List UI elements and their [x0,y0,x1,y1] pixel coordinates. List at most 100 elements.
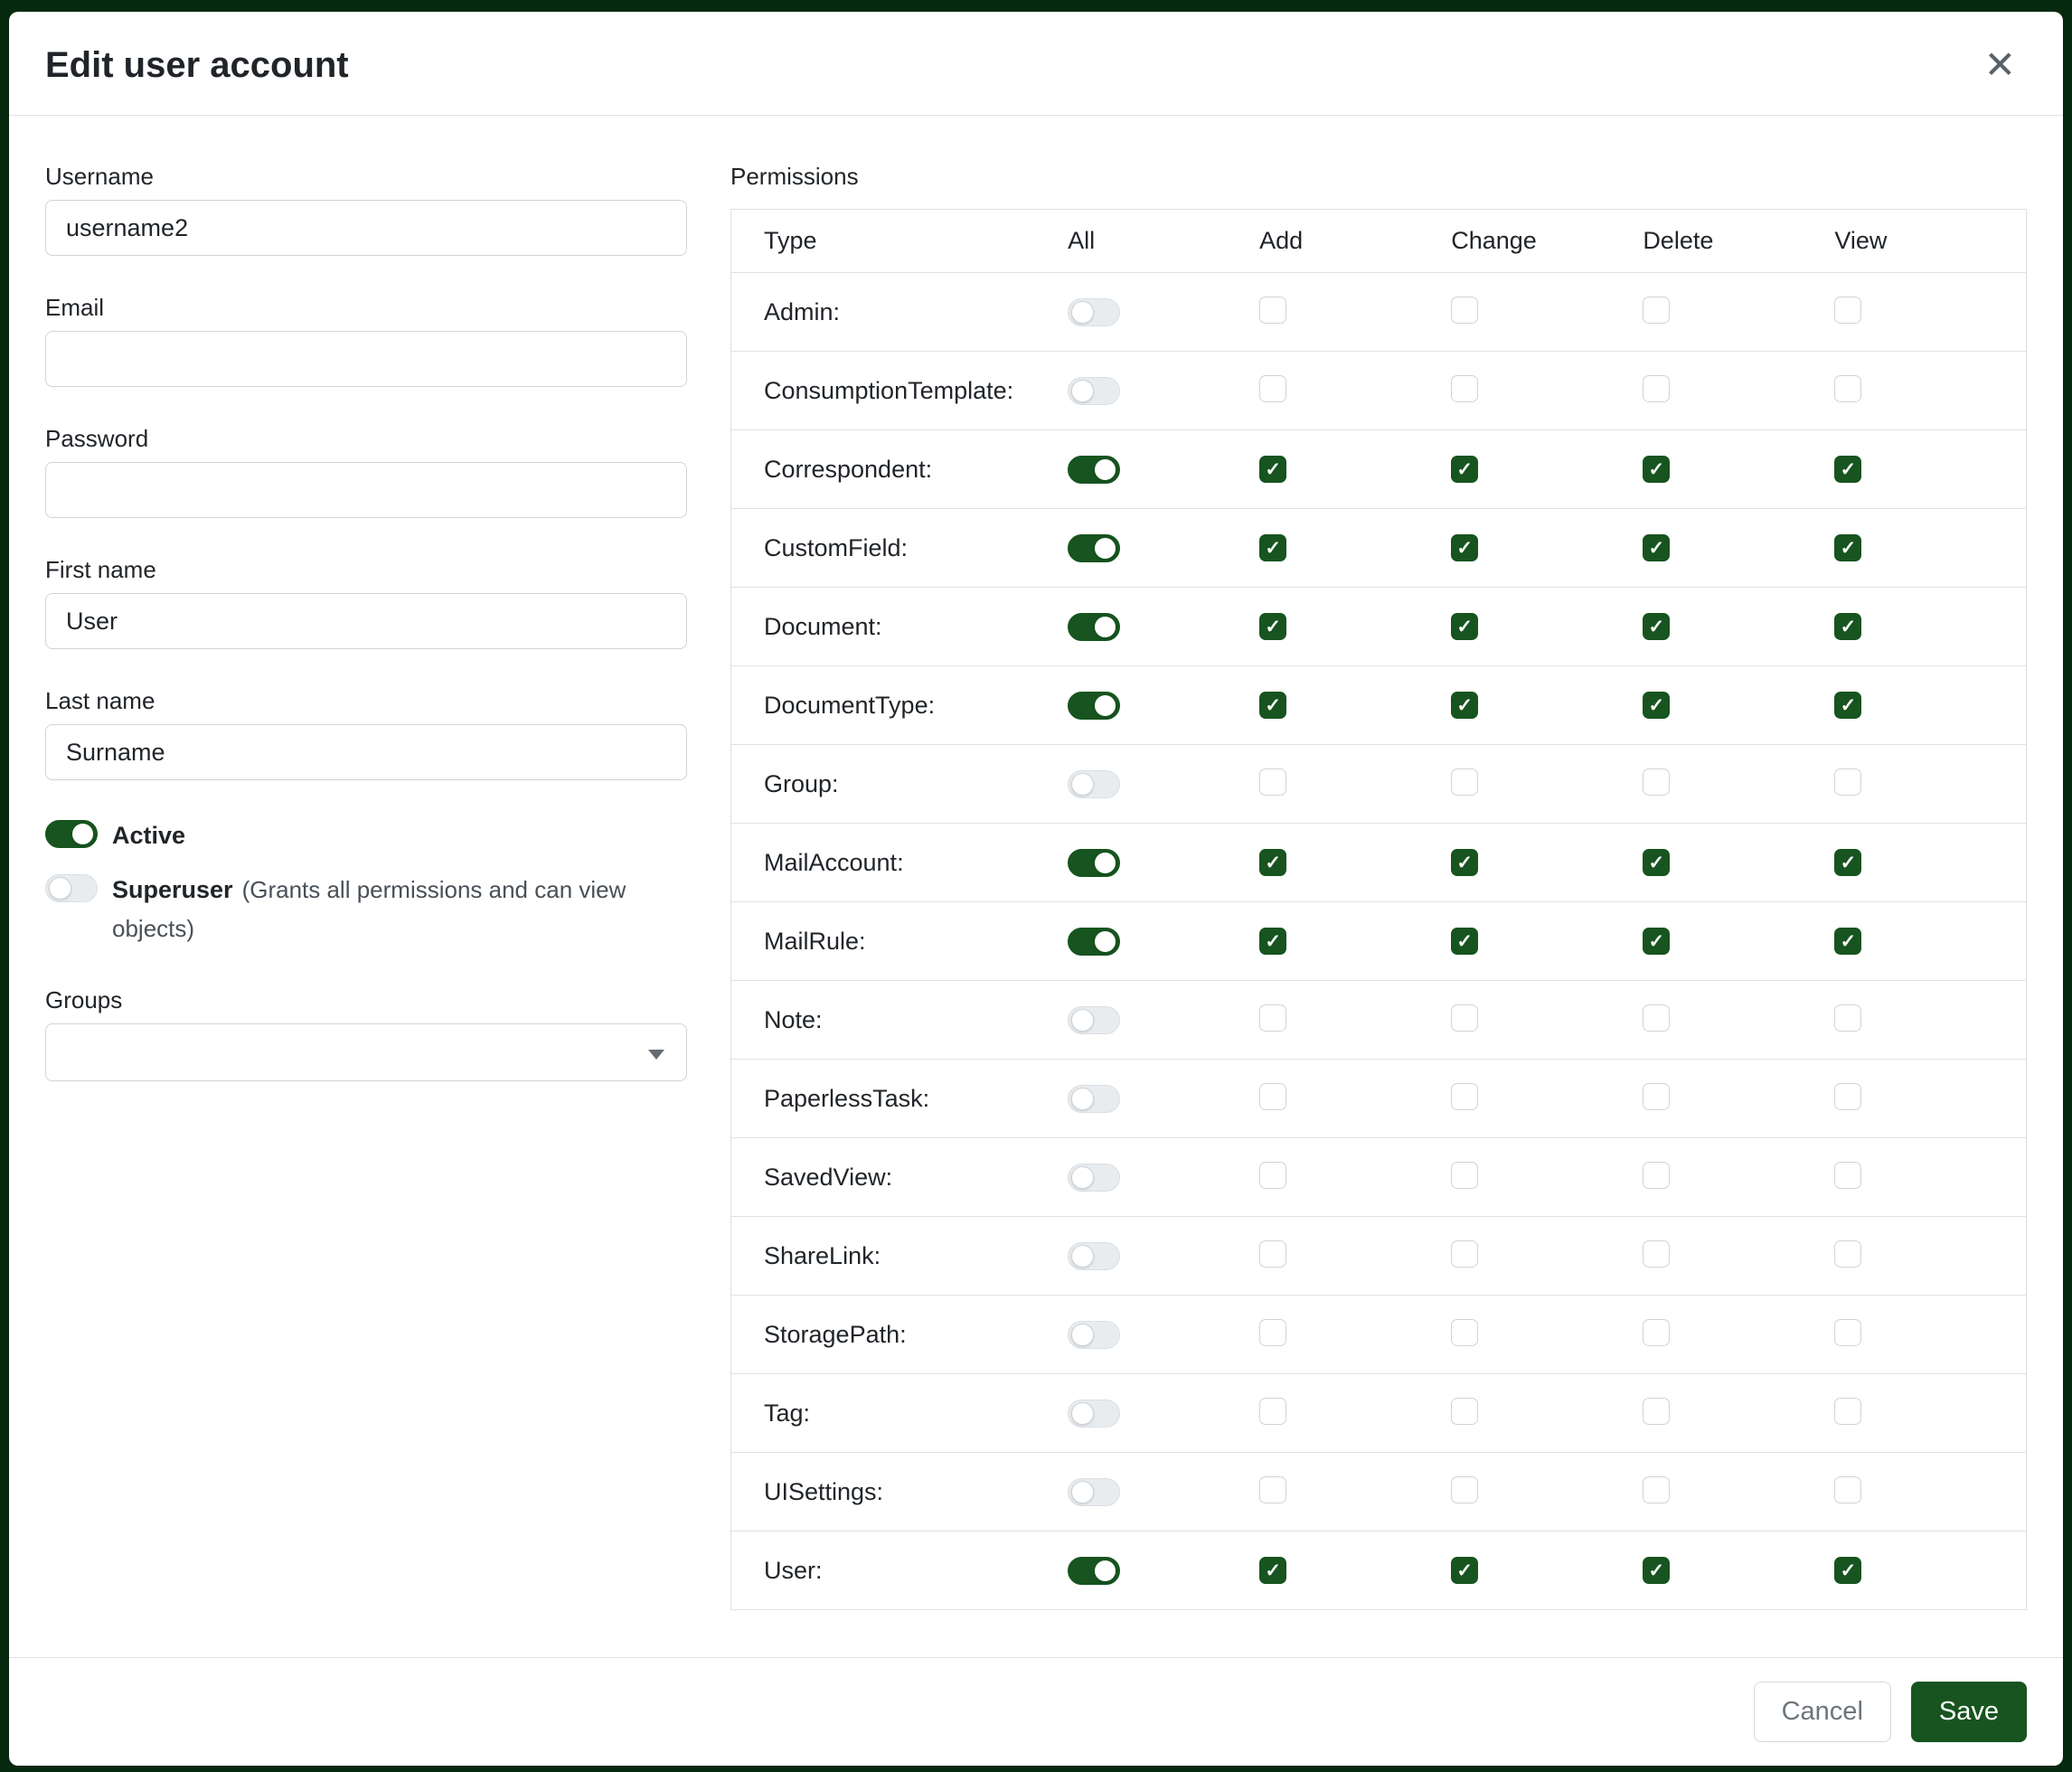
permission-add-checkbox[interactable]: ✓ [1259,1557,1286,1584]
permission-all-toggle[interactable] [1068,849,1120,877]
permission-delete-checkbox[interactable]: ✓ [1643,1557,1670,1584]
permission-delete-checkbox[interactable] [1643,1162,1670,1189]
permission-view-checkbox[interactable]: ✓ [1834,456,1861,483]
permission-delete-checkbox[interactable] [1643,1319,1670,1346]
permission-view-checkbox[interactable] [1834,1004,1861,1032]
permission-change-checkbox[interactable] [1451,1162,1478,1189]
permission-all-toggle[interactable] [1068,770,1120,798]
cancel-button[interactable]: Cancel [1754,1682,1891,1742]
permission-change-checkbox[interactable] [1451,768,1478,796]
permission-delete-checkbox[interactable]: ✓ [1643,456,1670,483]
first-name-input[interactable] [45,593,687,649]
toggle-knob [1071,380,1094,402]
permission-all-toggle[interactable] [1068,928,1120,956]
email-input[interactable] [45,331,687,387]
permission-add-checkbox[interactable] [1259,1319,1286,1346]
permission-change-checkbox[interactable]: ✓ [1451,456,1478,483]
permission-add-checkbox[interactable] [1259,768,1286,796]
permission-delete-checkbox[interactable] [1643,1004,1670,1032]
active-toggle[interactable] [45,820,98,848]
permission-view-checkbox[interactable] [1834,1476,1861,1503]
permission-add-checkbox[interactable] [1259,1476,1286,1503]
permission-view-checkbox[interactable] [1834,1319,1861,1346]
permission-change-checkbox[interactable]: ✓ [1451,692,1478,719]
permission-view-checkbox[interactable] [1834,768,1861,796]
permission-add-checkbox[interactable]: ✓ [1259,613,1286,640]
save-button[interactable]: Save [1911,1682,2027,1742]
last-name-input[interactable] [45,724,687,780]
permission-type-label: Group: [731,745,1069,824]
permission-type-label: MailRule: [731,902,1069,981]
permission-delete-checkbox[interactable] [1643,768,1670,796]
permission-change-checkbox[interactable] [1451,375,1478,402]
permission-view-checkbox[interactable]: ✓ [1834,928,1861,955]
permission-all-toggle[interactable] [1068,534,1120,562]
permission-all-toggle[interactable] [1068,1242,1120,1270]
close-icon[interactable]: ✕ [1977,42,2023,88]
permission-change-checkbox[interactable] [1451,1319,1478,1346]
permission-all-toggle[interactable] [1068,1557,1120,1585]
permission-add-checkbox[interactable]: ✓ [1259,849,1286,876]
groups-select[interactable] [45,1023,687,1081]
permission-view-checkbox[interactable] [1834,297,1861,324]
permission-change-checkbox[interactable]: ✓ [1451,849,1478,876]
permission-all-toggle[interactable] [1068,1164,1120,1192]
permission-all-toggle[interactable] [1068,1400,1120,1428]
permission-view-checkbox[interactable]: ✓ [1834,534,1861,561]
permission-all-toggle[interactable] [1068,1478,1120,1506]
permission-change-checkbox[interactable]: ✓ [1451,928,1478,955]
permission-change-checkbox[interactable] [1451,1240,1478,1268]
permission-delete-checkbox[interactable] [1643,1083,1670,1110]
permission-view-checkbox[interactable] [1834,1162,1861,1189]
permission-add-checkbox[interactable] [1259,1083,1286,1110]
permission-all-toggle[interactable] [1068,377,1120,405]
permission-view-checkbox[interactable]: ✓ [1834,692,1861,719]
permission-view-checkbox[interactable]: ✓ [1834,613,1861,640]
permission-view-checkbox[interactable] [1834,1240,1861,1268]
permission-delete-checkbox[interactable]: ✓ [1643,613,1670,640]
permission-delete-checkbox[interactable]: ✓ [1643,692,1670,719]
permission-change-checkbox[interactable]: ✓ [1451,1557,1478,1584]
permission-add-checkbox[interactable]: ✓ [1259,692,1286,719]
permission-add-checkbox[interactable]: ✓ [1259,928,1286,955]
superuser-toggle[interactable] [45,874,98,902]
permissions-rows: Admin:ConsumptionTemplate:Correspondent:… [731,273,2027,1610]
permission-all-toggle[interactable] [1068,613,1120,641]
password-input[interactable] [45,462,687,518]
permission-change-checkbox[interactable] [1451,1083,1478,1110]
permission-add-checkbox[interactable] [1259,297,1286,324]
permission-all-toggle[interactable] [1068,456,1120,484]
permission-delete-checkbox[interactable]: ✓ [1643,849,1670,876]
permission-delete-checkbox[interactable] [1643,375,1670,402]
permission-add-checkbox[interactable] [1259,1004,1286,1032]
permission-delete-checkbox[interactable]: ✓ [1643,928,1670,955]
permission-change-checkbox[interactable]: ✓ [1451,613,1478,640]
permission-add-checkbox[interactable]: ✓ [1259,456,1286,483]
permission-delete-checkbox[interactable] [1643,297,1670,324]
permission-change-checkbox[interactable] [1451,297,1478,324]
permission-delete-checkbox[interactable] [1643,1476,1670,1503]
permission-view-checkbox[interactable]: ✓ [1834,849,1861,876]
permission-change-checkbox[interactable] [1451,1398,1478,1425]
permission-all-toggle[interactable] [1068,692,1120,720]
username-input[interactable] [45,200,687,256]
permission-delete-checkbox[interactable] [1643,1240,1670,1268]
permission-all-toggle[interactable] [1068,298,1120,326]
permission-all-toggle[interactable] [1068,1321,1120,1349]
permission-add-checkbox[interactable] [1259,1240,1286,1268]
permission-view-checkbox[interactable]: ✓ [1834,1557,1861,1584]
permission-change-checkbox[interactable] [1451,1004,1478,1032]
permission-delete-checkbox[interactable]: ✓ [1643,534,1670,561]
permission-change-checkbox[interactable] [1451,1476,1478,1503]
permission-view-checkbox[interactable] [1834,1083,1861,1110]
permission-add-checkbox[interactable] [1259,1162,1286,1189]
permission-all-toggle[interactable] [1068,1006,1120,1034]
permission-delete-checkbox[interactable] [1643,1398,1670,1425]
permission-all-toggle[interactable] [1068,1085,1120,1113]
permission-add-checkbox[interactable]: ✓ [1259,534,1286,561]
permission-add-checkbox[interactable] [1259,1398,1286,1425]
permission-view-checkbox[interactable] [1834,1398,1861,1425]
permission-change-checkbox[interactable]: ✓ [1451,534,1478,561]
permission-view-checkbox[interactable] [1834,375,1861,402]
permission-add-checkbox[interactable] [1259,375,1286,402]
